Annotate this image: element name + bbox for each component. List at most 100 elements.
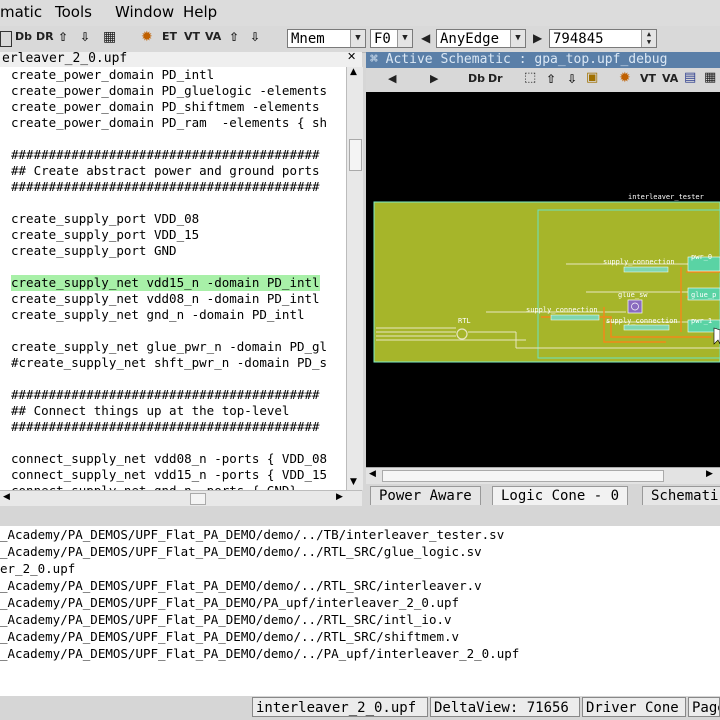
folder-icon[interactable]: ▣: [586, 70, 598, 85]
code-line[interactable]: connect_supply_net vdd15_n -ports { VDD_…: [11, 467, 327, 483]
code-line[interactable]: create_supply_port VDD_08: [11, 211, 199, 227]
back-icon[interactable]: ◀: [388, 72, 396, 85]
power-label-1: pwr_0: [691, 253, 712, 261]
select-icon[interactable]: ⬚: [524, 70, 536, 85]
code-line[interactable]: create_power_domain PD_shiftmem -element…: [11, 99, 320, 115]
close-icon[interactable]: ✕: [347, 50, 356, 63]
va-icon[interactable]: VA: [662, 72, 678, 85]
supply-label-1: supply_connection: [603, 258, 675, 266]
code-line[interactable]: create_supply_net vdd15_n -domain PD_int…: [11, 275, 320, 291]
va-icon[interactable]: VA: [205, 30, 221, 43]
scroll-down-icon[interactable]: ▼: [350, 477, 357, 487]
editor-tab-title: erleaver_2_0.upf: [2, 51, 128, 66]
supply-connection-1[interactable]: [623, 266, 669, 273]
pane-splitter[interactable]: [0, 506, 720, 526]
pin-icon[interactable]: ⌘: [370, 52, 378, 67]
tab-schematic[interactable]: Schemati: [642, 486, 720, 505]
code-line[interactable]: connect_supply_net vdd08_n -ports { VDD_…: [11, 451, 327, 467]
forward-icon[interactable]: ▶: [430, 72, 438, 85]
scroll-right-icon[interactable]: ▶: [336, 492, 343, 502]
tab-power-aware[interactable]: Power Aware: [370, 486, 481, 505]
chevron-down-icon[interactable]: ▼: [350, 30, 365, 47]
down-arrow-icon[interactable]: ⇩: [250, 30, 260, 44]
code-line[interactable]: create_supply_net vdd08_n -domain PD_int…: [11, 291, 320, 307]
chevron-down-icon[interactable]: ▼: [397, 30, 412, 47]
code-line[interactable]: ########################################…: [11, 419, 320, 435]
code-line[interactable]: create_supply_port GND: [11, 243, 177, 259]
transcript-line: _Academy/PA_DEMOS/UPF_Flat_PA_DEMO/PA_up…: [0, 595, 460, 610]
dr-icon[interactable]: DR: [36, 30, 54, 43]
schematic-canvas[interactable]: interleaver_tester RTL supply_connection…: [366, 92, 720, 467]
schematic-drawing[interactable]: interleaver_tester RTL supply_connection…: [366, 92, 720, 467]
transcript-line: _Academy/PA_DEMOS/UPF_Flat_PA_DEMO/demo/…: [0, 646, 520, 661]
code-line[interactable]: create_power_domain PD_intl: [11, 67, 214, 83]
gear-icon[interactable]: ✹: [619, 70, 631, 86]
supply-connection-3[interactable]: [623, 324, 670, 331]
drivers-icon[interactable]: Dr: [488, 72, 503, 85]
transcript-pane[interactable]: _Academy/PA_DEMOS/UPF_Flat_PA_DEMO/demo/…: [0, 526, 720, 696]
up-hollow-arrow-icon[interactable]: ⇧: [58, 30, 68, 44]
code-line[interactable]: create_power_domain PD_ram -elements { s…: [11, 115, 327, 131]
down-arrow-icon[interactable]: ⇩: [567, 72, 577, 86]
code-line[interactable]: connect_supply_net gnd_n -ports { GND}: [11, 483, 297, 490]
code-editor[interactable]: create_power_domain PD_intl create_power_…: [0, 67, 346, 490]
edge-select[interactable]: AnyEdge ▼: [436, 29, 526, 48]
hscroll-thumb[interactable]: [190, 493, 206, 505]
chevron-down-icon[interactable]: ▼: [510, 30, 525, 47]
scroll-left-icon[interactable]: ◀: [3, 492, 10, 502]
supply-connection-2[interactable]: [550, 314, 600, 321]
code-line[interactable]: ########################################…: [11, 179, 320, 195]
tab-logic-cone[interactable]: Logic Cone - 0: [492, 486, 629, 505]
menu-schematic[interactable]: matic: [0, 3, 42, 21]
up-arrow-icon[interactable]: ⇧: [229, 30, 239, 44]
time-input[interactable]: 794845 ▲ ▼: [549, 29, 657, 48]
glue-switch[interactable]: [627, 299, 643, 314]
code-line[interactable]: ## Create abstract power and ground port…: [11, 163, 320, 179]
up-arrow-icon[interactable]: ⇧: [546, 72, 556, 86]
menu-tools[interactable]: Tools: [55, 3, 92, 21]
scroll-right-icon[interactable]: ▶: [706, 469, 713, 479]
mnemonic-select[interactable]: Mnem ▼: [287, 29, 366, 48]
tester-label: interleaver_tester: [628, 193, 704, 201]
schematic-title-bar[interactable]: ⌘ Active Schematic : gpa_top.upf_debug: [366, 52, 720, 68]
left-arrow-icon[interactable]: ◀: [421, 31, 430, 45]
code-line[interactable]: ## Connect things up at the top-level: [11, 403, 289, 419]
code-line[interactable]: ########################################…: [11, 387, 320, 403]
table-icon[interactable]: ▦: [103, 29, 116, 45]
db-icon[interactable]: Db: [468, 72, 485, 85]
f-select[interactable]: F0 ▼: [370, 29, 413, 48]
window-icon[interactable]: ▤: [684, 70, 696, 85]
editor-vertical-scrollbar[interactable]: ▲ ▼: [346, 67, 363, 490]
code-line[interactable]: create_supply_net glue_pwr_n -domain PD_…: [11, 339, 327, 355]
menu-window[interactable]: Window: [115, 3, 174, 21]
code-line[interactable]: create_supply_net gnd_n -domain PD_intl: [11, 307, 305, 323]
transcript-line: _Academy/PA_DEMOS/UPF_Flat_PA_DEMO/demo/…: [0, 578, 482, 593]
vt-icon[interactable]: VT: [184, 30, 200, 43]
scroll-up-icon[interactable]: ▲: [350, 67, 357, 77]
editor-tab[interactable]: erleaver_2_0.upf ✕: [0, 50, 362, 68]
code-line[interactable]: #create_supply_net shft_pwr_n -domain PD…: [11, 355, 327, 371]
db-icon[interactable]: Db: [15, 30, 32, 43]
grid-icon[interactable]: ▦: [704, 70, 716, 85]
down-hollow-arrow-icon[interactable]: ⇩: [80, 30, 90, 44]
scroll-left-icon[interactable]: ◀: [369, 469, 376, 479]
et-icon[interactable]: ET: [162, 30, 177, 43]
right-arrow-icon[interactable]: ▶: [533, 31, 542, 45]
hscroll-thumb[interactable]: [382, 470, 664, 482]
gear-icon[interactable]: ✹: [141, 29, 153, 45]
transcript-line: er_2_0.upf: [0, 561, 76, 576]
editor-horizontal-scrollbar[interactable]: ◀ ▶: [0, 490, 362, 507]
vt-icon[interactable]: VT: [640, 72, 656, 85]
menu-bar: matic Tools Window Help: [0, 0, 720, 26]
menu-help[interactable]: Help: [183, 3, 217, 21]
code-line[interactable]: create_supply_port VDD_15: [11, 227, 199, 243]
code-line[interactable]: create_power_domain PD_gluelogic -elemen…: [11, 83, 327, 99]
schematic-horizontal-scrollbar[interactable]: ◀ ▶: [366, 467, 720, 484]
page-icon[interactable]: [0, 31, 12, 47]
top-block[interactable]: [373, 201, 720, 363]
power-label-2: glue_p: [691, 291, 716, 299]
code-line[interactable]: ########################################…: [11, 147, 320, 163]
schematic-title: Active Schematic : gpa_top.upf_debug: [385, 52, 668, 67]
scroll-thumb[interactable]: [349, 139, 362, 171]
spinner-icon[interactable]: ▲ ▼: [641, 30, 656, 47]
